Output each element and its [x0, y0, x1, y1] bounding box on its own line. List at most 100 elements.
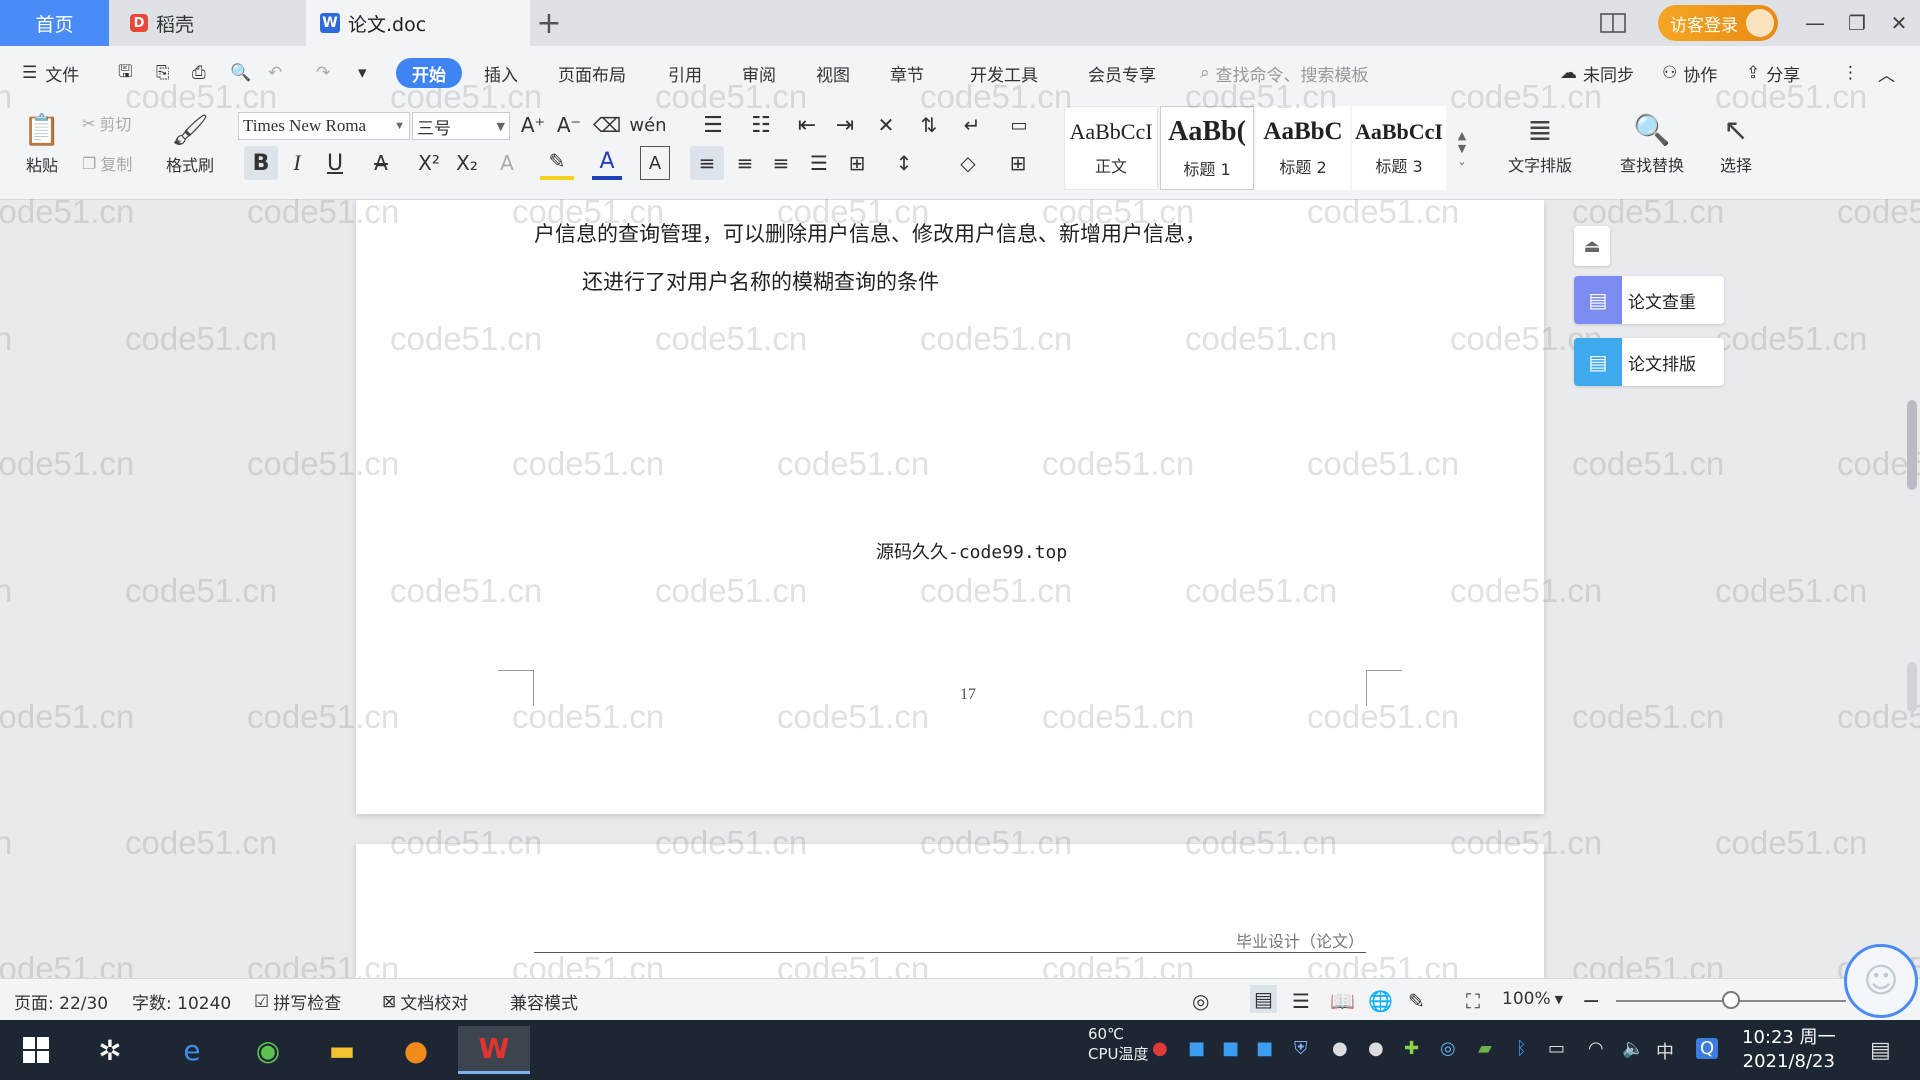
side-panel-collapse-icon[interactable]: ⏏ — [1574, 226, 1610, 266]
window-layout-icon[interactable] — [1598, 8, 1628, 38]
text-layout-button[interactable]: ≣ 文字排版 — [1496, 108, 1584, 192]
paper-layout-button[interactable]: ▤ 论文排版 — [1574, 338, 1724, 386]
increase-indent-icon[interactable]: ⇥ — [830, 110, 860, 140]
align-center-button[interactable]: ≡ — [728, 146, 762, 180]
text-effect-icon[interactable]: A — [490, 146, 524, 180]
tray-app-icon[interactable]: ■ — [1256, 1038, 1273, 1059]
share-button[interactable]: ⇪ 分享 — [1746, 58, 1800, 88]
font-size-select[interactable]: 三号 ▼ — [412, 112, 510, 140]
font-name-select[interactable]: Times New Roma ▼ — [238, 112, 410, 140]
show-marks-icon[interactable]: ↵ — [954, 110, 990, 140]
pinwheel-app-icon[interactable]: ✲ — [80, 1026, 140, 1074]
tab-home[interactable]: 首页 — [0, 0, 109, 46]
zoom-slider-knob[interactable] — [1722, 991, 1740, 1009]
format-painter-button[interactable]: 🖌 格式刷 — [150, 108, 230, 192]
word-count[interactable]: 字数: 10240 — [132, 989, 231, 1014]
paste-button[interactable]: 📋 粘贴 — [2, 108, 82, 192]
proofread-button[interactable]: ⊠ 文档校对 — [382, 989, 468, 1015]
font-color-icon[interactable]: A — [592, 146, 622, 180]
qq-icon[interactable]: ● — [1332, 1038, 1348, 1059]
align-left-button[interactable]: ≡ — [690, 146, 724, 180]
chinese-layout-icon[interactable]: ✕ — [866, 110, 906, 140]
copy-button[interactable]: ❐ 复制 — [82, 150, 132, 176]
underline-button[interactable]: U — [316, 146, 354, 180]
outline-view-icon[interactable]: ☰ — [1292, 989, 1310, 1013]
tab-start[interactable]: 开始 — [396, 58, 462, 88]
numbered-list-icon[interactable]: ☷ — [742, 110, 780, 140]
guest-login-button[interactable]: 访客登录 — [1658, 5, 1778, 41]
shading-icon[interactable]: ◇ — [948, 146, 988, 180]
file-menu[interactable]: ☰ 文件 — [22, 58, 79, 88]
minimize-icon[interactable]: — — [1800, 8, 1830, 38]
italic-button[interactable]: I — [282, 146, 312, 180]
volume-icon[interactable]: 🔈 — [1622, 1038, 1644, 1059]
redo-icon[interactable]: ↷ — [316, 58, 330, 88]
web-view-icon[interactable]: 🌐 — [1368, 989, 1393, 1013]
character-border-icon[interactable]: A — [640, 146, 670, 180]
tab-insert[interactable]: 插入 — [484, 58, 518, 88]
internet-explorer-icon[interactable]: e — [162, 1026, 222, 1074]
borders-icon[interactable]: ⊞ — [998, 146, 1038, 180]
tray-app-icon[interactable]: ● — [1152, 1038, 1168, 1059]
tab-document[interactable]: W 论文.doc — [306, 0, 530, 46]
save-icon[interactable]: 🖫 — [118, 58, 132, 88]
notification-icon[interactable]: ▤ — [1870, 1038, 1891, 1063]
system-clock[interactable]: 10:23 周一 2021/8/23 — [1742, 1026, 1836, 1074]
highlight-icon[interactable]: ✎ — [540, 146, 574, 180]
file-explorer-icon[interactable]: ▬ — [312, 1026, 372, 1074]
zoom-select[interactable]: 100% ▼ — [1502, 989, 1563, 1009]
game-app-icon[interactable]: ● — [386, 1026, 446, 1074]
cut-button[interactable]: ✂ 剪切 — [82, 110, 131, 136]
bluetooth-icon[interactable]: ᛒ — [1516, 1038, 1527, 1059]
page-indicator[interactable]: 页面: 22/30 — [14, 989, 108, 1014]
close-icon[interactable]: ✕ — [1884, 8, 1914, 38]
justify-button[interactable]: ☰ — [802, 146, 836, 180]
tray-app-icon[interactable]: ■ — [1222, 1038, 1239, 1059]
cpu-temperature[interactable]: 60℃ CPU温度 — [1088, 1024, 1149, 1064]
strikethrough-button[interactable]: A — [362, 146, 400, 180]
tab-references[interactable]: 引用 — [668, 58, 702, 88]
tab-review[interactable]: 审阅 — [742, 58, 776, 88]
bold-button[interactable]: B — [244, 146, 278, 180]
phonetic-guide-icon[interactable]: wén — [628, 110, 668, 140]
clear-format-icon[interactable]: ⌫ — [592, 110, 622, 140]
style-heading-1[interactable]: AaBb( 标题 1 — [1160, 106, 1254, 190]
styles-scroll[interactable]: ▲ ▼ ⌄ — [1452, 108, 1472, 188]
scroll-thumb[interactable] — [1907, 400, 1917, 490]
line-spacing-icon[interactable]: ↕ — [884, 146, 924, 180]
page-view-icon[interactable]: ▤ — [1250, 985, 1277, 1013]
align-right-button[interactable]: ≡ — [764, 146, 798, 180]
style-normal[interactable]: AaBbCcI 正文 — [1064, 106, 1158, 190]
subscript-button[interactable]: X₂ — [452, 146, 482, 180]
find-replace-button[interactable]: 🔍 查找替换 — [1608, 108, 1696, 192]
undo-icon[interactable]: ↶ — [268, 58, 282, 88]
tab-chapter[interactable]: 章节 — [890, 58, 924, 88]
qq-icon[interactable]: ● — [1368, 1038, 1384, 1059]
style-heading-2[interactable]: AaBbC 标题 2 — [1256, 106, 1350, 190]
tab-member[interactable]: 会员专享 — [1088, 58, 1156, 88]
paper-check-button[interactable]: ▤ 论文查重 — [1574, 276, 1724, 324]
nvidia-icon[interactable]: ▰ — [1478, 1038, 1492, 1059]
style-heading-3[interactable]: AaBbCcI 标题 3 — [1352, 106, 1446, 190]
ime-indicator[interactable]: 中 — [1656, 1038, 1674, 1064]
print-icon[interactable]: ⎙ — [192, 58, 206, 88]
wps-office-icon[interactable]: W — [458, 1026, 530, 1074]
export-icon[interactable]: ⎘ — [156, 58, 170, 88]
spell-check-button[interactable]: ☑ 拼写检查 — [254, 989, 341, 1015]
browser-icon[interactable]: ◉ — [238, 1026, 298, 1074]
more-icon[interactable]: ⋮ — [1842, 58, 1859, 88]
document-page[interactable]: 毕业设计（论文） — [356, 844, 1544, 978]
superscript-button[interactable]: X² — [414, 146, 444, 180]
tab-developer[interactable]: 开发工具 — [970, 58, 1038, 88]
grow-font-icon[interactable]: A⁺ — [518, 110, 548, 140]
document-page[interactable]: 户信息的查询管理，可以删除用户信息、修改用户信息、新增用户信息， 还进行了对用户… — [356, 200, 1544, 814]
zoom-out-icon[interactable]: − — [1582, 989, 1600, 1014]
command-search[interactable]: ⌕ 查找命令、搜索模板 — [1200, 58, 1369, 88]
wifi-icon[interactable]: ◠ — [1588, 1038, 1604, 1059]
ruler-icon[interactable]: ▭ — [1002, 110, 1036, 140]
shrink-font-icon[interactable]: A⁻ — [554, 110, 584, 140]
collapse-ribbon-icon[interactable]: ︿ — [1878, 58, 1895, 88]
scroll-thumb-secondary[interactable] — [1907, 662, 1917, 712]
quick-access-dropdown-icon[interactable]: ▾ — [358, 58, 367, 88]
vertical-scrollbar[interactable] — [1904, 200, 1920, 978]
